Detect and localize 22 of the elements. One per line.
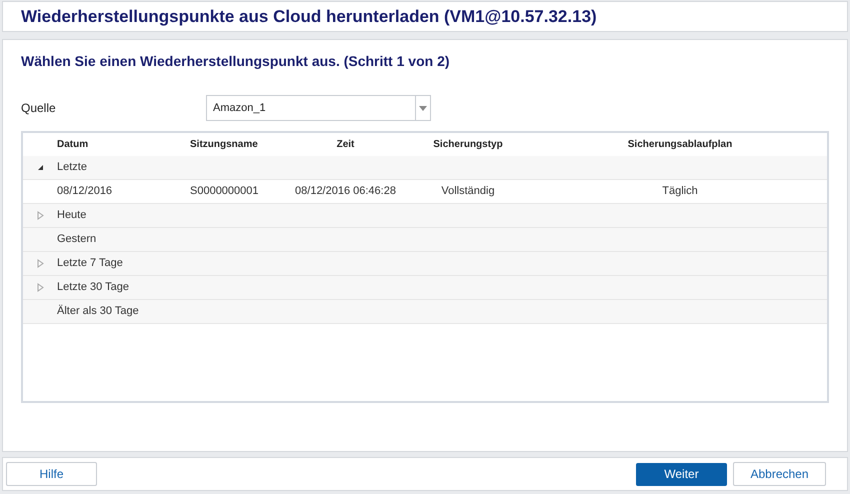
collapsed-triangle-icon[interactable] bbox=[36, 211, 44, 220]
column-header[interactable]: Sitzungsname bbox=[190, 137, 288, 152]
table-cell-text: 08/12/2016 06:46:28 bbox=[294, 184, 397, 200]
window-title: Wiederherstellungspunkte aus Cloud herunterladen (VM1@10.57.32.13) bbox=[21, 6, 597, 28]
column-header[interactable]: Sicherungstyp bbox=[403, 137, 533, 152]
expanded-triangle-icon[interactable] bbox=[36, 163, 44, 172]
source-label: Quelle bbox=[21, 100, 57, 117]
column-header[interactable]: Datum bbox=[57, 137, 190, 152]
help-button[interactable]: Hilfe bbox=[6, 462, 97, 486]
table-cell-text: Vollständig bbox=[440, 184, 496, 200]
table-cell-text: Täglich bbox=[661, 184, 699, 200]
caret-icon bbox=[419, 106, 427, 110]
source-dropdown[interactable]: Amazon_1 bbox=[206, 95, 431, 121]
collapsed-triangle-icon[interactable] bbox=[36, 283, 44, 292]
next-button[interactable]: Weiter bbox=[636, 462, 727, 486]
column-header[interactable]: Zeit bbox=[288, 137, 403, 152]
table-cell-text: 08/12/2016 bbox=[57, 184, 114, 200]
step-title: Wählen Sie einen Wiederherstellungspunkt aus. (Schritt 1 von 2) bbox=[21, 52, 451, 71]
table-cell-text: S0000000001 bbox=[190, 184, 260, 200]
collapsed-triangle-icon[interactable] bbox=[36, 259, 44, 268]
cancel-button[interactable]: Abbrechen bbox=[733, 462, 826, 486]
column-header[interactable]: Sicherungsablaufplan bbox=[533, 137, 827, 152]
